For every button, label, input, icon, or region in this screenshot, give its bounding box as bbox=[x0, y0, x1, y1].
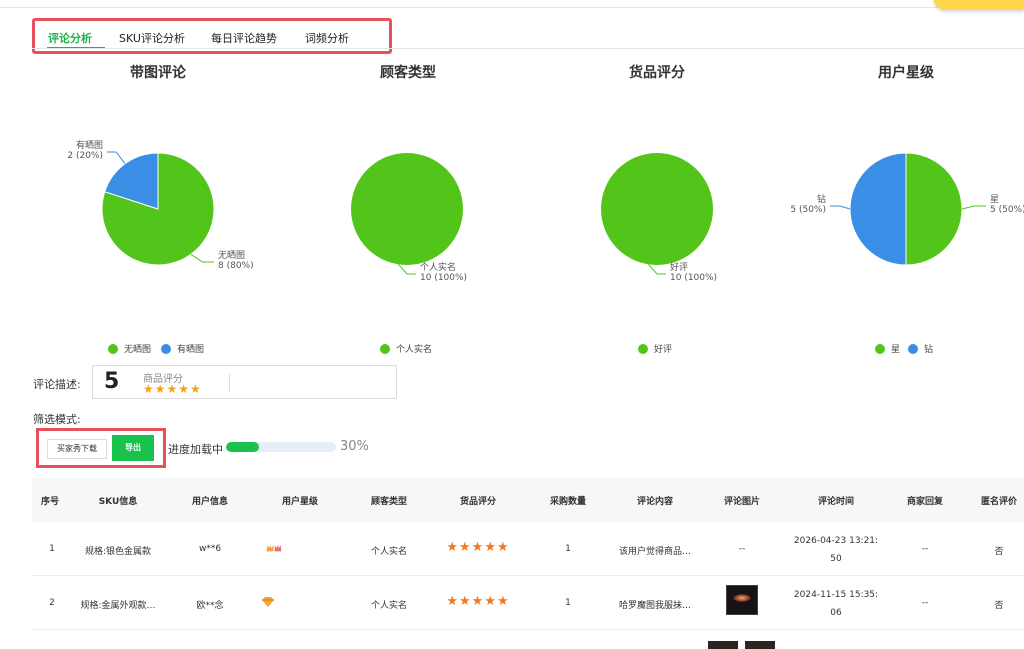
legend-user-level: 星 钻 bbox=[871, 342, 933, 355]
buyer-show-download-button[interactable]: 买家秀下载 bbox=[47, 439, 107, 459]
pie-value-label: 10 (100%) bbox=[670, 273, 717, 283]
column-header-time[interactable]: 评论时间 bbox=[818, 494, 854, 507]
cell-sku: 规格:金属外观款… bbox=[80, 601, 156, 611]
double-crown-icon bbox=[266, 542, 282, 557]
pie-label: 有晒图 bbox=[76, 139, 103, 151]
column-header-user-level[interactable]: 用户星级 bbox=[282, 494, 318, 507]
action-button-group: 买家秀下载 导出 bbox=[36, 428, 166, 468]
legend-label[interactable]: 个人实名 bbox=[396, 342, 432, 355]
cell-user: w**6 bbox=[198, 544, 222, 554]
pie-value-label: 10 (100%) bbox=[420, 273, 467, 283]
cell-index: 2 bbox=[49, 598, 55, 608]
cell-quantity: 1 bbox=[565, 598, 571, 608]
next-row-thumbnail[interactable] bbox=[708, 641, 738, 649]
pie-leader-line bbox=[961, 205, 986, 210]
pie-slice-4-2[interactable] bbox=[849, 152, 907, 266]
cell-customer-type: 个人实名 bbox=[370, 601, 408, 611]
pie-label: 好评 bbox=[670, 261, 688, 273]
rating-box: 5 商品评分 ★★★★★ bbox=[92, 365, 397, 399]
pie-label: 钻 bbox=[817, 193, 826, 205]
column-header-reply[interactable]: 商家回复 bbox=[907, 494, 943, 507]
cell-index: 1 bbox=[49, 544, 55, 554]
cell-quantity: 1 bbox=[565, 544, 571, 554]
next-row-thumbnail[interactable] bbox=[745, 641, 775, 649]
cell-anonymous: 否 bbox=[994, 547, 1004, 557]
column-header-index[interactable]: 序号 bbox=[41, 494, 59, 507]
pie-slice-4-1[interactable] bbox=[905, 152, 963, 266]
legend-label[interactable]: 钻 bbox=[924, 342, 933, 355]
review-image-thumbnail[interactable] bbox=[726, 585, 758, 615]
cell-customer-type: 个人实名 bbox=[370, 547, 408, 557]
pie-leader-line bbox=[397, 263, 416, 275]
rating-score: 5 bbox=[104, 369, 120, 394]
pie-value-label: 2 (20%) bbox=[67, 151, 103, 161]
rating-stars: ★★★★★ bbox=[143, 382, 202, 396]
pie-label: 无晒图 bbox=[218, 250, 245, 261]
cell-sku: 规格:银色金属款 bbox=[84, 547, 152, 557]
cell-time-line1: 2026-04-23 13:21: bbox=[793, 536, 879, 546]
column-header-anonymous[interactable]: 匿名评价 bbox=[981, 494, 1017, 507]
column-header-customer-type[interactable]: 顾客类型 bbox=[371, 494, 407, 507]
column-header-content[interactable]: 评论内容 bbox=[637, 494, 673, 507]
pie-value-label: 5 (50%) bbox=[790, 205, 826, 215]
progress-percent: 30% bbox=[340, 439, 369, 454]
filter-mode-label: 筛选模式: bbox=[33, 413, 81, 426]
pie-label: 个人实名 bbox=[420, 261, 456, 273]
cell-content[interactable]: 哈罗魔图我服抹… bbox=[619, 598, 691, 611]
pie-slice-2-1[interactable] bbox=[351, 153, 463, 265]
cell-content[interactable]: 该用户觉得商品… bbox=[619, 544, 691, 557]
column-header-quantity[interactable]: 采购数量 bbox=[550, 494, 586, 507]
cell-time-line1: 2024-11-15 15:35: bbox=[793, 590, 879, 600]
legend-swatch bbox=[108, 343, 118, 354]
pie-leader-line bbox=[190, 253, 214, 263]
legend-label[interactable]: 有晒图 bbox=[177, 342, 204, 355]
progress-bar bbox=[226, 442, 336, 452]
progress-label: 进度加载中 bbox=[168, 443, 223, 456]
cell-user: 欧**念 bbox=[196, 601, 224, 611]
legend-swatch bbox=[638, 343, 648, 354]
pie-value-label: 8 (80%) bbox=[218, 261, 254, 271]
pie-slice-3-1[interactable] bbox=[601, 153, 713, 265]
column-header-sku[interactable]: SKU信息 bbox=[99, 494, 138, 507]
pie-label: 星 bbox=[990, 194, 999, 205]
legend-image-reviews: 无晒图 有晒图 bbox=[104, 342, 204, 355]
legend-customer-type: 个人实名 bbox=[376, 342, 432, 355]
pie-leader-line bbox=[647, 263, 666, 275]
rating-divider bbox=[229, 374, 230, 392]
legend-label[interactable]: 无晒图 bbox=[124, 342, 151, 355]
table-row[interactable]: 2 规格:金属外观款… 欧**念 个人实名 ★★★★★ 1 哈罗魔图我服抹… 2… bbox=[32, 576, 1024, 630]
cell-reply: -- bbox=[921, 598, 929, 608]
cell-image: -- bbox=[738, 544, 746, 554]
pie-leader-line bbox=[107, 151, 126, 165]
export-button[interactable]: 导出 bbox=[112, 435, 154, 461]
cell-score-stars: ★★★★★ bbox=[446, 540, 510, 555]
legend-product-score: 好评 bbox=[634, 342, 672, 355]
table-header: 序号 SKU信息 用户信息 用户星级 顾客类型 货品评分 采购数量 评论内容 评… bbox=[32, 478, 1024, 522]
diamond-icon bbox=[260, 596, 276, 611]
cell-anonymous: 否 bbox=[994, 601, 1004, 611]
cell-score-stars: ★★★★★ bbox=[446, 594, 510, 609]
table-row[interactable]: 1 规格:银色金属款 w**6 个人实名 ★★★★★ 1 该用户觉得商品… --… bbox=[32, 522, 1024, 576]
rating-label: 评论描述: bbox=[33, 378, 81, 391]
progress-fill bbox=[226, 442, 259, 452]
legend-swatch bbox=[908, 343, 919, 354]
legend-swatch bbox=[161, 343, 172, 354]
column-header-user[interactable]: 用户信息 bbox=[192, 494, 228, 507]
pie-value-label: 5 (50%) bbox=[990, 205, 1024, 215]
legend-label[interactable]: 好评 bbox=[654, 342, 672, 355]
column-header-image[interactable]: 评论图片 bbox=[724, 494, 760, 507]
legend-label[interactable]: 星 bbox=[891, 342, 900, 355]
column-header-product-score[interactable]: 货品评分 bbox=[460, 494, 496, 507]
cell-time-line2: 50 bbox=[830, 554, 842, 564]
cell-reply: -- bbox=[921, 544, 929, 554]
cell-time: 2024-11-15 15:35: 06 bbox=[794, 586, 878, 622]
pie-charts-canvas: 无晒图8 (80%)有晒图2 (20%)个人实名10 (100%)好评10 (1… bbox=[67, 139, 1024, 283]
pie-leader-line bbox=[830, 205, 851, 210]
cell-time-line2: 06 bbox=[830, 608, 842, 618]
legend-swatch bbox=[380, 343, 390, 354]
cell-time: 2026-04-23 13:21: 50 bbox=[794, 532, 878, 568]
legend-swatch bbox=[875, 343, 885, 354]
